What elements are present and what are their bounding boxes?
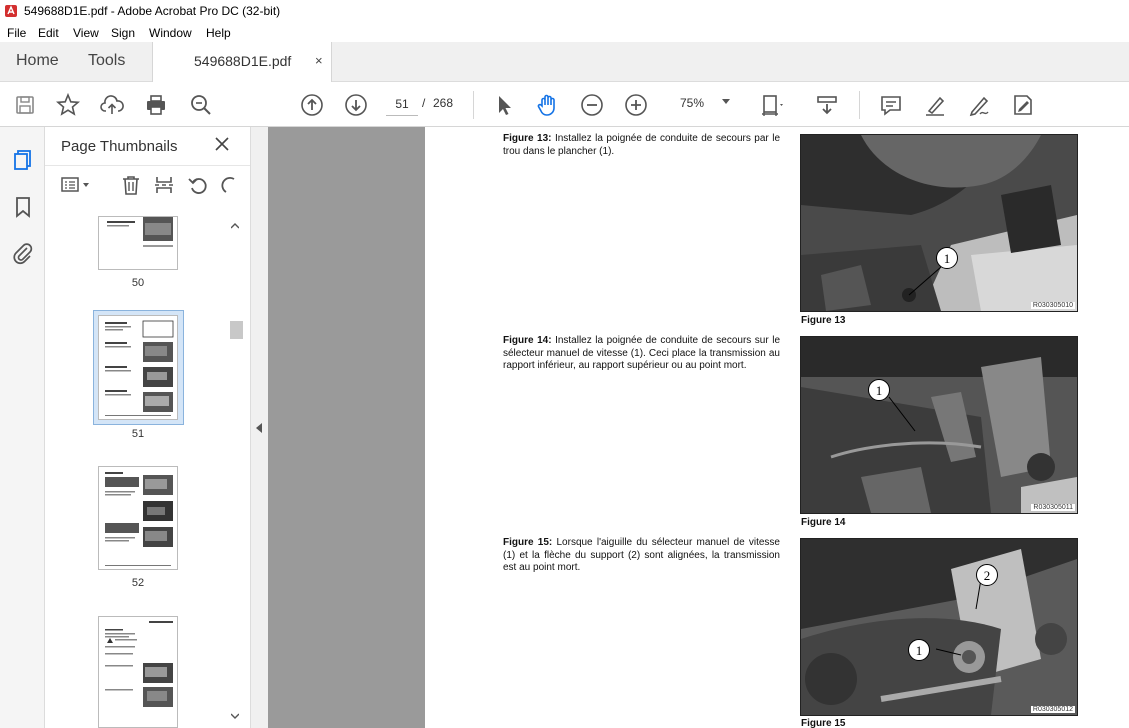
zoom-in-icon[interactable] — [623, 92, 649, 118]
thumbnail-page-number: 51 — [131, 428, 145, 440]
hand-tool-icon[interactable] — [535, 92, 561, 118]
tab-document[interactable]: 549688D1E.pdf × — [152, 42, 332, 82]
collapse-panel-icon[interactable] — [256, 423, 262, 433]
upload-cloud-icon[interactable] — [99, 92, 125, 118]
thumbnail-page-selected[interactable] — [98, 315, 178, 420]
tab-home[interactable]: Home — [16, 52, 59, 70]
thumbnail-page[interactable] — [98, 616, 178, 728]
page-thumbnails-icon[interactable] — [11, 148, 35, 172]
figure-description: Figure 15: Lorsque l'aiguille du sélecte… — [503, 537, 780, 575]
close-panel-icon[interactable] — [213, 135, 231, 153]
print-icon[interactable] — [143, 92, 169, 118]
figure-code: R030305010 — [1030, 302, 1075, 309]
thumbnail-scrollbar[interactable] — [228, 221, 243, 728]
bookmarks-icon[interactable] — [11, 195, 35, 219]
document-view[interactable]: Figure 13: Installez la poignée de condu… — [268, 127, 1129, 728]
figure-code: R030305011 — [1031, 504, 1075, 511]
delete-page-icon[interactable] — [120, 174, 142, 196]
tab-tools[interactable]: Tools — [88, 52, 125, 70]
rotate-right-icon[interactable] — [220, 174, 242, 196]
bookmark-star-icon[interactable] — [55, 92, 81, 118]
figure-label: Figure 15: — [503, 537, 553, 548]
scroll-down-icon[interactable] — [231, 713, 239, 719]
main-toolbar: / 268 75% — [0, 83, 1129, 127]
draw-sign-icon[interactable] — [966, 92, 992, 118]
scroll-up-icon[interactable] — [231, 223, 239, 229]
scrollbar-thumb[interactable] — [230, 321, 243, 339]
figure-caption: Figure 15 — [801, 718, 846, 728]
thumbnail-page[interactable] — [98, 466, 178, 570]
thumbnail-page-number: 52 — [131, 577, 145, 589]
menu-bar: File Edit View Sign Window Help — [0, 22, 1129, 42]
title-bar: 549688D1E.pdf - Adobe Acrobat Pro DC (32… — [0, 0, 1129, 22]
options-menu-icon[interactable] — [60, 174, 89, 196]
figure-label: Figure 14: — [503, 335, 552, 346]
rotate-left-icon[interactable] — [187, 174, 209, 196]
fill-sign-icon[interactable] — [1010, 92, 1036, 118]
comment-icon[interactable] — [878, 92, 904, 118]
menu-edit[interactable]: Edit — [38, 26, 59, 40]
select-cursor-icon[interactable] — [491, 92, 517, 118]
tab-bar: Home Tools 549688D1E.pdf × — [0, 42, 1129, 82]
figure-callout: 1 — [868, 379, 890, 401]
acrobat-app-icon — [4, 4, 18, 18]
figure-label: Figure 13: — [503, 133, 552, 144]
thumbnail-list: 50 51 52 — [45, 202, 228, 728]
page-fit-icon[interactable] — [758, 92, 784, 118]
document-tab-label: 549688D1E.pdf — [194, 53, 292, 69]
toolbar-divider — [859, 91, 860, 119]
figure-photo: 1 R030305011 — [800, 336, 1078, 514]
figure-photo: 2 1 R030305012 — [800, 538, 1078, 716]
menu-window[interactable]: Window — [149, 26, 192, 40]
menu-view[interactable]: View — [73, 26, 99, 40]
previous-page-icon[interactable] — [299, 92, 325, 118]
figure-caption: Figure 13 — [801, 315, 846, 326]
page-separator: / — [422, 96, 426, 110]
menu-file[interactable]: File — [7, 26, 26, 40]
extract-pages-icon[interactable] — [153, 174, 175, 196]
figure-callout: 1 — [936, 247, 958, 269]
scroll-mode-icon[interactable] — [814, 92, 840, 118]
thumbnails-toolbar — [45, 165, 250, 201]
menu-sign[interactable]: Sign — [111, 26, 135, 40]
highlight-pen-icon[interactable] — [922, 92, 948, 118]
figure-photo: 1 R030305010 — [800, 134, 1078, 312]
figure-callout: 1 — [908, 639, 930, 661]
close-tab-icon[interactable]: × — [315, 53, 323, 68]
thumbnail-page[interactable] — [98, 216, 178, 270]
navigation-rail — [0, 127, 45, 728]
zoom-search-icon[interactable] — [188, 92, 214, 118]
zoom-out-icon[interactable] — [579, 92, 605, 118]
figure-code: R030305012 — [1030, 706, 1075, 713]
attachments-paperclip-icon[interactable] — [11, 241, 35, 265]
page-thumbnails-panel: Page Thumbnails 50 51 52 — [45, 127, 250, 728]
current-page-input[interactable] — [386, 92, 418, 116]
panel-title: Page Thumbnails — [61, 138, 178, 155]
toolbar-divider — [473, 91, 474, 119]
total-pages: 268 — [433, 96, 454, 110]
figure-description: Figure 13: Installez la poignée de condu… — [503, 133, 780, 158]
zoom-level[interactable]: 75% — [680, 96, 704, 110]
figure-callout: 2 — [976, 564, 998, 586]
figure-description: Figure 14: Installez la poignée de condu… — [503, 335, 780, 373]
figure-caption: Figure 14 — [801, 517, 846, 528]
next-page-icon[interactable] — [343, 92, 369, 118]
save-icon[interactable] — [12, 92, 38, 118]
pdf-page: Figure 13: Installez la poignée de condu… — [425, 127, 1129, 728]
menu-help[interactable]: Help — [206, 26, 231, 40]
window-title: 549688D1E.pdf - Adobe Acrobat Pro DC (32… — [24, 4, 281, 18]
thumbnail-page-number: 50 — [131, 277, 145, 289]
panel-splitter[interactable] — [250, 127, 268, 728]
zoom-dropdown-icon[interactable] — [722, 99, 730, 104]
